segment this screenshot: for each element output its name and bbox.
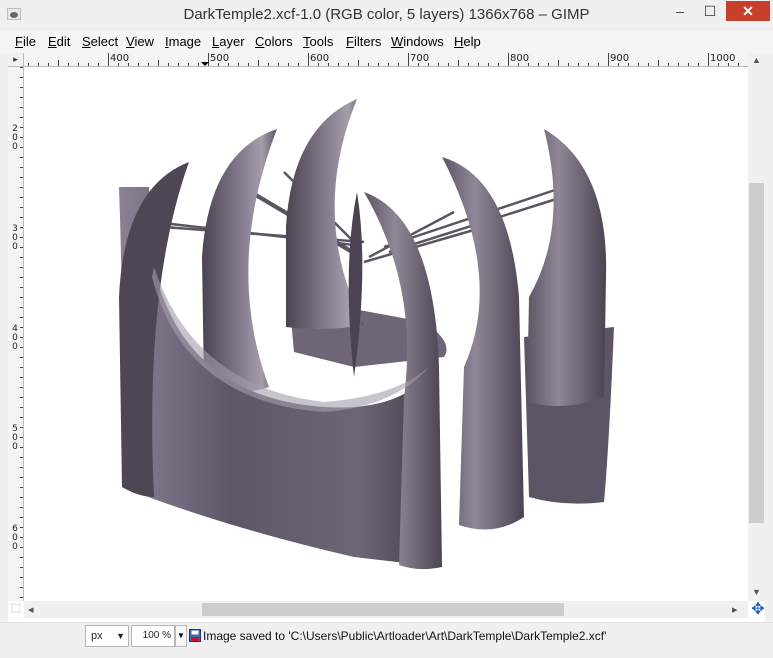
horizontal-ruler[interactable]: 400 500 600 700 800 900 1000 (24, 53, 748, 67)
chevron-down-icon: ▼ (116, 631, 125, 641)
gimp-window: DarkTemple2.xcf-1.0 (RGB color, 5 layers… (0, 0, 773, 658)
hruler-label: 400 (110, 53, 130, 64)
menu-filters[interactable]: Filters (346, 34, 381, 49)
dark-temple-artwork (119, 99, 614, 570)
horizontal-scrollbar[interactable]: ◂ ▸ (24, 601, 748, 618)
quick-mask-toggle-icon[interactable]: ⬚ (8, 601, 24, 618)
status-message: Image saved to 'C:\Users\Public\Artloade… (203, 629, 607, 643)
menu-select[interactable]: Select (82, 34, 118, 49)
vruler-label: 500 (12, 424, 18, 452)
units-value: px (91, 630, 103, 642)
hruler-label: 600 (310, 53, 330, 64)
scroll-left-arrow-icon[interactable]: ◂ (28, 603, 34, 616)
navigate-icon[interactable]: ✥ (748, 601, 768, 618)
menu-edit[interactable]: Edit (48, 34, 70, 49)
hruler-label: 800 (510, 53, 530, 64)
menu-tools[interactable]: Tools (303, 34, 333, 49)
minimize-button[interactable]: – (666, 1, 694, 21)
title-bar[interactable]: DarkTemple2.xcf-1.0 (RGB color, 5 layers… (0, 0, 773, 32)
menu-view[interactable]: View (126, 34, 154, 49)
pointer-marker-icon (201, 62, 209, 66)
vertical-scrollbar[interactable]: ▲ ▼ (748, 53, 765, 601)
menu-layer[interactable]: Layer (212, 34, 245, 49)
scroll-up-arrow-icon[interactable]: ▲ (748, 55, 765, 67)
scroll-right-arrow-icon[interactable]: ▸ (732, 603, 738, 616)
menu-colors[interactable]: Colors (255, 34, 293, 49)
menu-bar: File Edit Select View Image Layer Colors… (0, 31, 773, 53)
menu-file[interactable]: File (15, 34, 36, 49)
maximize-button[interactable]: ☐ (696, 1, 724, 21)
image-canvas[interactable] (24, 67, 748, 601)
close-button[interactable]: ✕ (726, 1, 770, 21)
zoom-input[interactable]: 100 % (131, 625, 175, 647)
vertical-ruler[interactable]: 200 300 400 500 600 (8, 67, 24, 601)
horizontal-ruler-ticks (28, 53, 739, 66)
vruler-label: 400 (12, 324, 18, 352)
menu-windows[interactable]: Windows (391, 34, 444, 49)
units-select[interactable]: px ▼ (85, 625, 129, 647)
vruler-label: 200 (12, 124, 18, 152)
hruler-label: 900 (610, 53, 630, 64)
vertical-scroll-thumb[interactable] (749, 183, 764, 523)
image-menu-button[interactable]: ▸ (8, 53, 24, 67)
hruler-label: 500 (210, 53, 230, 64)
horizontal-scroll-thumb[interactable] (202, 603, 564, 616)
hruler-label: 700 (410, 53, 430, 64)
vruler-label: 300 (12, 224, 18, 252)
scroll-down-arrow-icon[interactable]: ▼ (748, 587, 765, 599)
vruler-label: 600 (12, 524, 18, 552)
zoom-dropdown-icon[interactable]: ▼ (175, 625, 187, 647)
save-disk-icon (189, 629, 201, 642)
status-bar: px ▼ 100 % ▼ Image saved to 'C:\Users\Pu… (0, 622, 773, 651)
menu-image[interactable]: Image (165, 34, 201, 49)
window-title: DarkTemple2.xcf-1.0 (RGB color, 5 layers… (183, 6, 590, 23)
menu-help[interactable]: Help (454, 34, 481, 49)
hruler-label: 1000 (710, 53, 736, 64)
